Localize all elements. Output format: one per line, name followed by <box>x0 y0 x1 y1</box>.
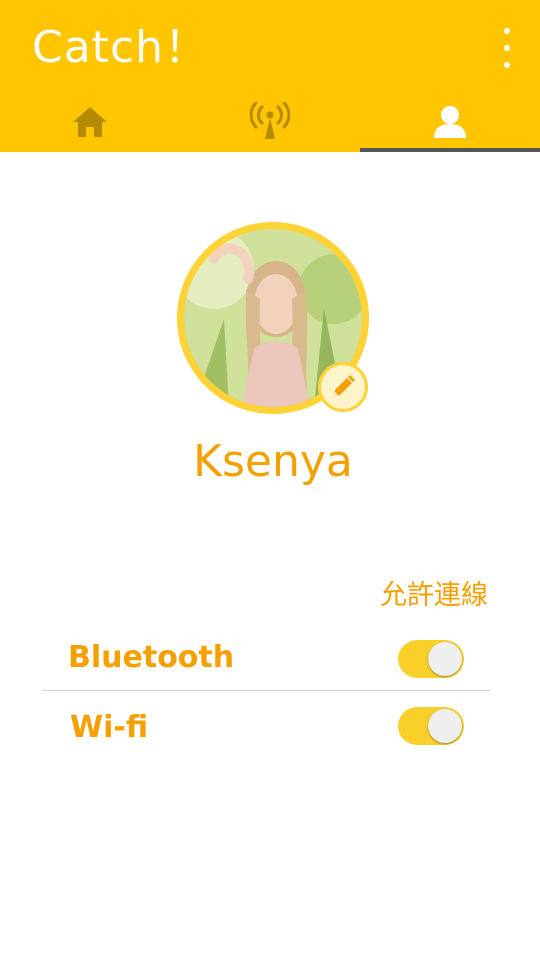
more-vert-icon[interactable] <box>492 28 522 68</box>
edit-avatar-button[interactable] <box>318 362 368 412</box>
menu-dot <box>504 62 510 68</box>
toggle-knob <box>428 642 462 676</box>
pencil-icon <box>334 375 355 396</box>
app-bar: Catch！ <box>0 0 540 152</box>
antenna-icon <box>250 102 290 139</box>
tab-home[interactable] <box>0 92 180 152</box>
menu-dot <box>504 45 510 51</box>
tab-indicator <box>360 148 540 152</box>
tab-bar <box>0 92 540 152</box>
allow-connection-label: 允許連線 <box>380 580 488 611</box>
home-icon <box>73 107 107 137</box>
tab-profile[interactable] <box>360 92 540 152</box>
wifi-toggle[interactable] <box>398 707 464 745</box>
bluetooth-toggle[interactable] <box>398 640 464 678</box>
app-title: Catch！ <box>32 22 210 73</box>
divider <box>42 690 490 691</box>
menu-dot <box>504 28 510 34</box>
tab-antenna[interactable] <box>180 92 360 152</box>
person-icon <box>434 106 466 138</box>
toggle-knob <box>428 709 462 743</box>
bluetooth-label: Bluetooth <box>68 640 235 675</box>
app-root: Catch！ Ksenya 允許連線 Bluetooth Wi-fi <box>0 0 540 960</box>
wifi-label: Wi-fi <box>70 710 149 745</box>
profile-name: Ksenya <box>193 436 353 487</box>
